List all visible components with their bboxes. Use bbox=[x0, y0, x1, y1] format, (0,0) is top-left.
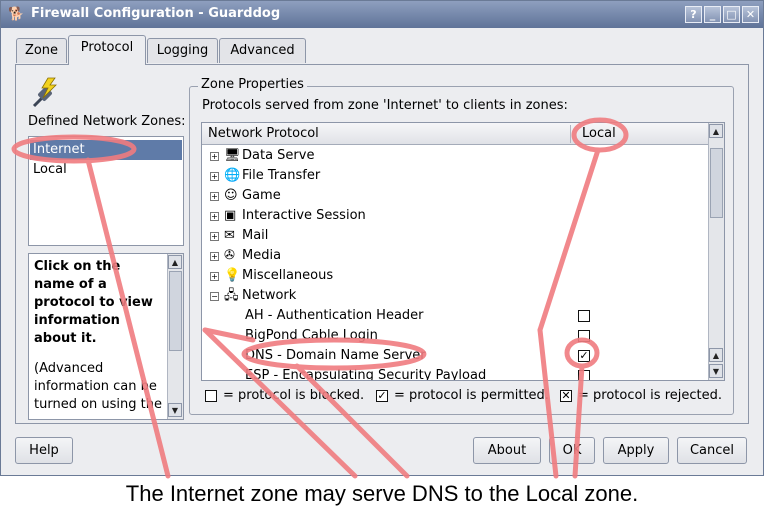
category-row-game[interactable]: + ☺ Game bbox=[202, 186, 708, 206]
tab-advanced[interactable]: Advanced bbox=[219, 38, 306, 63]
expand-icon[interactable]: + bbox=[210, 252, 219, 261]
category-label: Game bbox=[242, 188, 281, 203]
permitted-legend-icon: ✓ bbox=[376, 389, 388, 402]
protocol-row-dns[interactable]: DNS - Domain Name Server ✓ bbox=[202, 346, 708, 366]
protocol-tree[interactable]: Network Protocol Local + 🖥 Data Serve + … bbox=[201, 122, 725, 381]
ok-button[interactable]: OK bbox=[549, 437, 595, 464]
local-permitted-checkbox[interactable]: ✓ bbox=[578, 350, 590, 362]
scroll-thumb[interactable] bbox=[710, 148, 723, 218]
category-label: File Transfer bbox=[242, 168, 321, 183]
column-local[interactable]: Local bbox=[582, 126, 616, 141]
help-title-button[interactable]: ? bbox=[685, 6, 702, 23]
scroll-thumb[interactable] bbox=[169, 271, 182, 351]
info-scrollbar[interactable]: ▲ ▼ bbox=[167, 254, 183, 419]
category-label: Data Serve bbox=[242, 148, 315, 163]
protocol-tree-header: Network Protocol Local bbox=[202, 123, 708, 145]
caption-text: The Internet zone may serve DNS to the L… bbox=[125, 481, 639, 506]
file-transfer-icon: 🌐 bbox=[224, 168, 241, 183]
minimize-button[interactable]: _ bbox=[704, 6, 721, 23]
about-button[interactable]: About bbox=[473, 437, 541, 464]
data-serve-icon: 🖥 bbox=[224, 148, 241, 163]
protocol-row-bigpond[interactable]: BigPond Cable Login bbox=[202, 326, 708, 346]
category-row-miscellaneous[interactable]: + 💡 Miscellaneous bbox=[202, 266, 708, 286]
blocked-legend-text: = protocol is blocked. bbox=[223, 388, 365, 403]
mail-icon: ✉ bbox=[224, 228, 235, 243]
protocol-label: BigPond Cable Login bbox=[245, 328, 378, 343]
title-bar[interactable]: 🐕 Firewall Configuration - Guarddog ? _ … bbox=[1, 1, 763, 28]
miscellaneous-icon: 💡 bbox=[224, 268, 241, 283]
expand-icon[interactable]: + bbox=[210, 192, 219, 201]
info-heading: Click on the name of a protocol to view … bbox=[34, 259, 153, 346]
zones-label: Defined Network Zones: bbox=[28, 114, 186, 129]
protocol-label: ESP - Encapsulating Security Payload bbox=[245, 368, 487, 381]
tab-logging[interactable]: Logging bbox=[147, 38, 218, 63]
zone-item-internet[interactable]: Internet bbox=[30, 140, 182, 160]
local-blocked-checkbox[interactable] bbox=[578, 370, 590, 380]
network-plug-icon bbox=[32, 77, 57, 108]
protocol-info-box: Click on the name of a protocol to view … bbox=[28, 253, 184, 420]
tab-protocol[interactable]: Protocol bbox=[68, 35, 146, 65]
protocol-scrollbar[interactable]: ▲ ▲ ▼ bbox=[708, 123, 724, 380]
expand-icon[interactable]: + bbox=[210, 272, 219, 281]
rejected-legend-text: = protocol is rejected. bbox=[578, 388, 722, 403]
info-text: (Advanced information can be turned on u… bbox=[34, 361, 162, 412]
game-icon: ☺ bbox=[224, 188, 238, 203]
category-label: Network bbox=[242, 288, 297, 303]
category-label: Media bbox=[242, 248, 282, 263]
interactive-session-icon: ▣ bbox=[224, 208, 237, 223]
category-label: Interactive Session bbox=[242, 208, 366, 223]
media-icon: ✇ bbox=[224, 248, 235, 263]
protocol-label: AH - Authentication Header bbox=[245, 308, 424, 323]
guarddog-icon: 🐕 bbox=[8, 7, 25, 22]
help-button[interactable]: Help bbox=[15, 437, 73, 464]
category-row-media[interactable]: + ✇ Media bbox=[202, 246, 708, 266]
protocol-label: DNS - Domain Name Server bbox=[245, 348, 426, 363]
maximize-button[interactable]: □ bbox=[723, 6, 740, 23]
column-separator bbox=[570, 125, 571, 143]
permitted-legend-text: = protocol is permitted. bbox=[394, 388, 549, 403]
protocol-row-esp[interactable]: ESP - Encapsulating Security Payload bbox=[202, 366, 708, 381]
scroll-down-icon[interactable]: ▼ bbox=[168, 403, 182, 417]
category-row-interactive-session[interactable]: + ▣ Interactive Session bbox=[202, 206, 708, 226]
window-title: Firewall Configuration - Guarddog bbox=[31, 6, 281, 21]
local-blocked-checkbox[interactable] bbox=[578, 310, 590, 322]
collapse-icon[interactable]: − bbox=[210, 292, 219, 301]
expand-icon[interactable]: + bbox=[210, 212, 219, 221]
close-button[interactable]: ✕ bbox=[742, 6, 759, 23]
expand-icon[interactable]: + bbox=[210, 172, 219, 181]
scroll-up-icon[interactable]: ▲ bbox=[709, 124, 723, 138]
served-from-label: Protocols served from zone 'Internet' to… bbox=[202, 98, 568, 113]
column-network-protocol[interactable]: Network Protocol bbox=[208, 126, 319, 141]
cancel-button[interactable]: Cancel bbox=[677, 437, 747, 464]
category-row-file-transfer[interactable]: + 🌐 File Transfer bbox=[202, 166, 708, 186]
blocked-legend-icon bbox=[205, 390, 217, 402]
apply-button[interactable]: Apply bbox=[603, 437, 669, 464]
local-blocked-checkbox[interactable] bbox=[578, 330, 590, 342]
expand-icon[interactable]: + bbox=[210, 232, 219, 241]
expand-icon[interactable]: + bbox=[210, 152, 219, 161]
network-icon: 🖧 bbox=[224, 288, 239, 303]
tab-zone[interactable]: Zone bbox=[16, 38, 67, 63]
category-label: Miscellaneous bbox=[242, 268, 334, 283]
category-label: Mail bbox=[242, 228, 269, 243]
category-row-mail[interactable]: + ✉ Mail bbox=[202, 226, 708, 246]
zones-list[interactable]: Internet Local bbox=[28, 136, 184, 246]
zone-item-local[interactable]: Local bbox=[30, 160, 182, 180]
rejected-legend-icon: ✕ bbox=[560, 389, 572, 402]
scroll-up-icon[interactable]: ▲ bbox=[709, 348, 723, 362]
category-row-data-serve[interactable]: + 🖥 Data Serve bbox=[202, 146, 708, 166]
category-row-network[interactable]: − 🖧 Network bbox=[202, 286, 708, 306]
protocol-row-ah[interactable]: AH - Authentication Header bbox=[202, 306, 708, 326]
scroll-up-icon[interactable]: ▲ bbox=[168, 255, 182, 269]
zone-properties-legend: Zone Properties bbox=[198, 77, 307, 92]
scroll-down-icon[interactable]: ▼ bbox=[709, 364, 723, 378]
